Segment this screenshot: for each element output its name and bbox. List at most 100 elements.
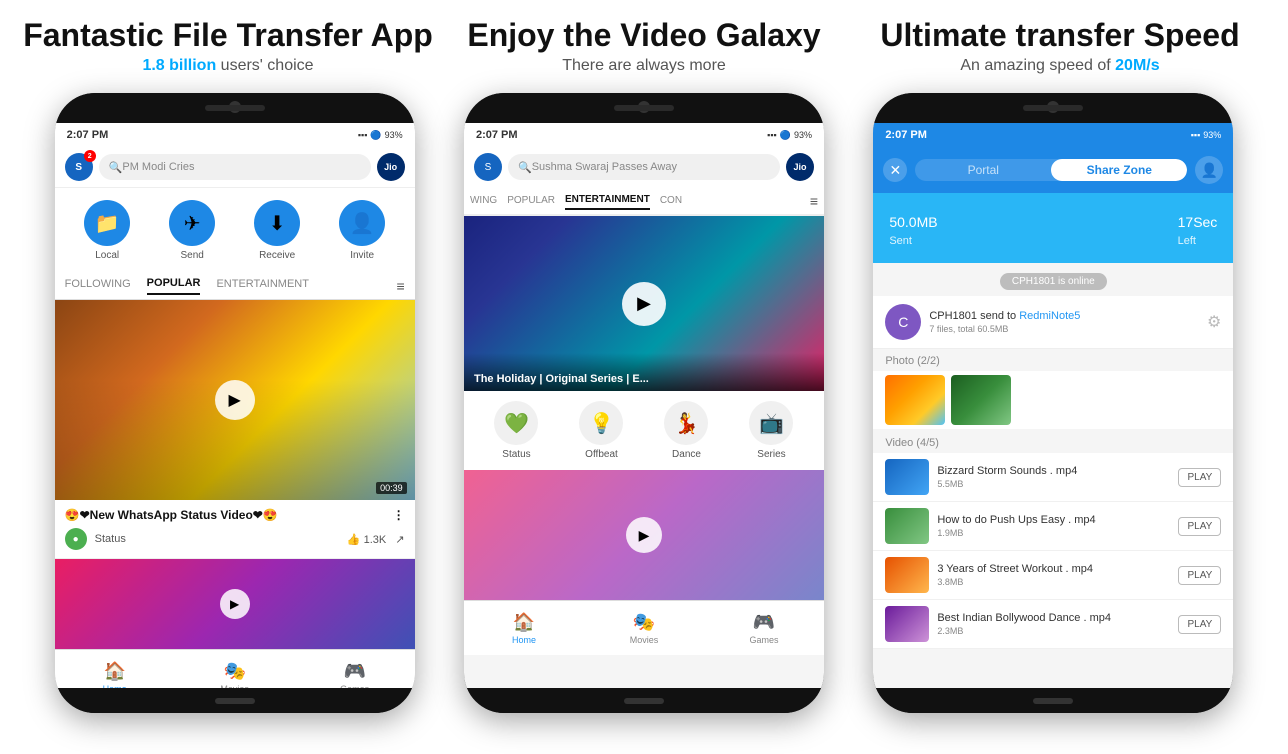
phone3-sender-avatar: C (885, 304, 921, 340)
phone2-home-button[interactable] (624, 698, 664, 704)
phone2-tab-popular[interactable]: POPULAR (507, 192, 555, 209)
phone1-tab-following[interactable]: FOLLOWING (65, 278, 131, 294)
phone2-offbeat-label: Offbeat (585, 449, 618, 460)
phone-2: 2:07 PM ▪▪▪ 🔵 93% S 🔍 Sushma Swaraj Pass… (464, 93, 824, 713)
phone2-nav-home[interactable]: 🏠 Home (464, 601, 584, 655)
phone1-video-title: 😍❤New WhatsApp Status Video❤😍 ⋮ (65, 508, 405, 522)
phone3-portal-tab[interactable]: Portal (915, 159, 1051, 181)
phone1-search-input[interactable]: 🔍 PM Modi Cries (99, 154, 371, 180)
phone3-home-button[interactable] (1033, 698, 1073, 704)
phone2-search-field[interactable]: 🔍 Sushma Swaraj Passes Away (508, 154, 780, 180)
phone1-search-bar: S2 🔍 PM Modi Cries Jio (55, 147, 415, 188)
local-icon[interactable]: 📁 (84, 200, 130, 246)
phone1-video-duration: 00:39 (376, 482, 407, 494)
phone2-nav-movies-label: Movies (630, 635, 659, 645)
phone1-likes-count: 1.3K (364, 534, 387, 546)
transfer-speed-header: Ultimate transfer Speed An amazing speed… (852, 18, 1268, 75)
phone1-signal-icon: ▪▪▪ (358, 130, 368, 140)
phone2-status-icon: 💚 (494, 401, 538, 445)
phone2-jio-button[interactable]: Jio (786, 153, 814, 181)
phone2-tab-wing[interactable]: WING (470, 192, 497, 209)
phone1-status-bar: 2:07 PM ▪▪▪ 🔵 93% (55, 123, 415, 147)
phone1-home-button[interactable] (215, 698, 255, 704)
phone1-video-meta: ● Status 👍 1.3K ↗ (65, 528, 405, 550)
phone3-user-icon[interactable]: 👤 (1195, 156, 1223, 184)
phone3-time-unit: Sec (1193, 214, 1217, 230)
phone3-status-icons: ▪▪▪ 93% (1191, 130, 1222, 140)
phone1-local-item: 📁 Local (84, 200, 130, 261)
phone3-video-info-1: Bizzard Storm Sounds . mp4 5.5MB (937, 465, 1170, 489)
hamburger-icon[interactable]: ≡ (396, 278, 404, 294)
phone2-avatar: S (474, 153, 502, 181)
phone3-video-size-1: 5.5MB (937, 479, 1170, 489)
phone2-bottom-nav: 🏠 Home 🎭 Movies 🎮 Games (464, 600, 824, 655)
phone1-second-thumbnail[interactable]: ▶ (55, 559, 415, 649)
phone2-cat-offbeat[interactable]: 💡 Offbeat (579, 401, 623, 460)
phone1-invite-item: 👤 Invite (339, 200, 385, 261)
phone2-hamburger-icon[interactable]: ≡ (810, 193, 818, 209)
phone3-top-bar (873, 93, 1233, 123)
phone2-signal-icon: ▪▪▪ (767, 130, 777, 140)
send-icon[interactable]: ✈ (169, 200, 215, 246)
phone1-tab-entertainment[interactable]: ENTERTAINMENT (216, 278, 309, 294)
phone3-sent-label: Sent (889, 235, 937, 247)
phone2-search-bar: S 🔍 Sushma Swaraj Passes Away Jio (464, 147, 824, 187)
phone3-play-button-2[interactable]: PLAY (1178, 517, 1221, 536)
phone1-tab-popular[interactable]: POPULAR (147, 277, 201, 295)
phone2-play-button[interactable]: ▶ (622, 282, 666, 326)
phone1-video-thumbnail[interactable]: ▶ 00:39 (55, 300, 415, 500)
phone1-likes: 👍 1.3K ↗ (347, 533, 405, 546)
phone3-bottom-bar (873, 688, 1233, 713)
phone2-battery: 93% (794, 130, 812, 140)
invite-icon[interactable]: 👤 (339, 200, 385, 246)
phone3-video-item-3: 3 Years of Street Workout . mp4 3.8MB PL… (873, 551, 1233, 600)
phone3-vt3-thumbnail (885, 557, 929, 593)
phone3-video-size-2: 1.9MB (937, 528, 1170, 538)
phone3-play-button-4[interactable]: PLAY (1178, 615, 1221, 634)
phone3-video-item-1: Bizzard Storm Sounds . mp4 5.5MB PLAY (873, 453, 1233, 502)
phone3-video-item-2: How to do Push Ups Easy . mp4 1.9MB PLAY (873, 502, 1233, 551)
header: Fantastic File Transfer App 1.8 billion … (0, 0, 1288, 83)
phone3-play-button-1[interactable]: PLAY (1178, 468, 1221, 487)
phone2-status-icons: ▪▪▪ 🔵 93% (767, 130, 812, 141)
phone1-nav-movies[interactable]: 🎭 Movies (175, 650, 295, 688)
phone1-play-button-2[interactable]: ▶ (220, 589, 250, 619)
phone3-video-info-2: How to do Push Ups Easy . mp4 1.9MB (937, 514, 1170, 538)
phone3-signal-icon: ▪▪▪ (1191, 130, 1201, 140)
phone1-jio-button[interactable]: Jio (377, 153, 405, 181)
phone3-video-name-2: How to do Push Ups Easy . mp4 (937, 514, 1170, 526)
phone2-nav-games[interactable]: 🎮 Games (704, 601, 824, 655)
phone3-gear-icon[interactable]: ⚙ (1207, 312, 1221, 332)
receive-icon[interactable]: ⬇ (254, 200, 300, 246)
phone2-main-video[interactable]: ▶ The Holiday | Original Series | E... (464, 216, 824, 391)
phone1-nav-home[interactable]: 🏠 Home (55, 650, 175, 688)
phone1-more-icon[interactable]: ⋮ (393, 508, 405, 522)
phone1-play-button[interactable]: ▶ (215, 380, 255, 420)
phone2-bottom-bar (464, 688, 824, 713)
phone1-search-text: PM Modi Cries (122, 161, 194, 173)
phone2-search-text: Sushma Swaraj Passes Away (532, 161, 677, 173)
phone1-nav-games[interactable]: 🎮 Games (295, 650, 415, 688)
phone1-top-bar (55, 93, 415, 123)
phone3-photo-tree (951, 375, 1011, 425)
phone2-tab-entertainment[interactable]: ENTERTAINMENT (565, 191, 650, 210)
phone-3: 2:07 PM ▪▪▪ 93% ✕ Portal Share Zone 👤 (873, 93, 1233, 713)
phone2-offbeat-icon: 💡 (579, 401, 623, 445)
phone3-vt2-thumbnail (885, 508, 929, 544)
phone2-dance-video[interactable]: ▶ (464, 470, 824, 600)
transfer-speed-subtitle: An amazing speed of 20M/s (960, 57, 1159, 75)
phone2-cat-status[interactable]: 💚 Status (494, 401, 538, 460)
phone2-nav-movies[interactable]: 🎭 Movies (584, 601, 704, 655)
phone3-play-button-3[interactable]: PLAY (1178, 566, 1221, 585)
phone3-transfer-info: 50.0MB Sent 17Sec Left (873, 193, 1233, 263)
phone2-nav-games-label: Games (749, 635, 778, 645)
phone3-close-button[interactable]: ✕ (883, 158, 907, 182)
phone2-cat-series[interactable]: 📺 Series (749, 401, 793, 460)
phone2-dance-play-button[interactable]: ▶ (626, 517, 662, 553)
phone2-tab-con[interactable]: CON (660, 192, 682, 209)
phone3-sharezone-tab[interactable]: Share Zone (1051, 159, 1187, 181)
phone3-battery: 93% (1203, 130, 1221, 140)
transfer-speed-title: Ultimate transfer Speed (880, 18, 1239, 53)
phone2-cat-dance[interactable]: 💃 Dance (664, 401, 708, 460)
phone3-online-pill: CPH1801 is online (1000, 273, 1107, 290)
